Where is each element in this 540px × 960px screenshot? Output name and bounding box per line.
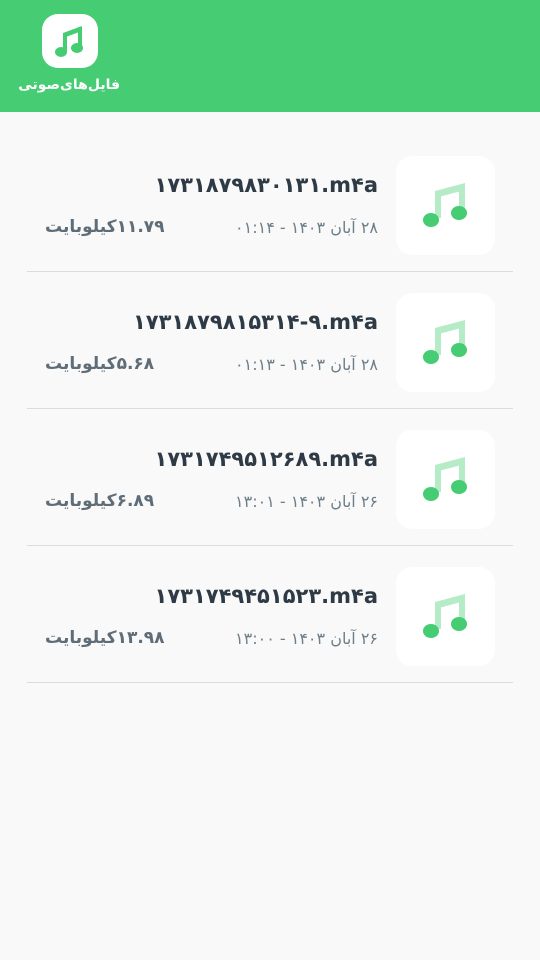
file-name: ۱۷۳۱۷۴۹۵۱۲۶۸۹.m۴a: [154, 447, 378, 471]
audio-thumbnail: [396, 293, 495, 392]
file-size: ۱۳.۹۸کیلوبایت: [45, 628, 165, 648]
app-header: فایل‌های‌صوتی: [0, 0, 540, 112]
list-item[interactable]: ۱۷۳۱۸۷۹۸۱۵۳۱۴-۹.m۴a ۲۸ آبان ۱۴۰۳ - ۰۱:۱۳…: [27, 271, 513, 409]
music-note-icon: [423, 457, 467, 501]
audio-files-label: فایل‌های‌صوتی: [18, 77, 120, 93]
music-note-icon: [55, 26, 83, 57]
file-size: ۵.۶۸کیلوبایت: [45, 354, 155, 374]
file-name: ۱۷۳۱۷۴۹۴۵۱۵۲۳.m۴a: [154, 584, 378, 608]
list-item[interactable]: ۱۷۳۱۷۴۹۵۱۲۶۸۹.m۴a ۲۶ آبان ۱۴۰۳ - ۱۳:۰۱ ۶…: [27, 408, 513, 546]
music-note-icon: [423, 183, 467, 227]
file-name: ۱۷۳۱۸۷۹۸۳۰۱۳۱.m۴a: [154, 173, 378, 197]
file-date: ۲۶ آبان ۱۴۰۳ - ۱۳:۰۰: [235, 629, 378, 648]
audio-thumbnail: [396, 567, 495, 666]
audio-thumbnail: [396, 156, 495, 255]
file-date: ۲۸ آبان ۱۴۰۳ - ۰۱:۱۳: [235, 355, 378, 374]
file-size: ۱۱.۷۹کیلوبایت: [45, 217, 165, 237]
list-item[interactable]: ۱۷۳۱۸۷۹۸۳۰۱۳۱.m۴a ۲۸ آبان ۱۴۰۳ - ۰۱:۱۴ ۱…: [27, 134, 513, 272]
file-date: ۲۶ آبان ۱۴۰۳ - ۱۳:۰۱: [235, 492, 378, 511]
music-note-icon: [423, 594, 467, 638]
file-size: ۶.۸۹کیلوبایت: [45, 491, 155, 511]
music-note-icon: [423, 320, 467, 364]
list-item[interactable]: ۱۷۳۱۷۴۹۴۵۱۵۲۳.m۴a ۲۶ آبان ۱۴۰۳ - ۱۳:۰۰ ۱…: [27, 545, 513, 683]
file-date: ۲۸ آبان ۱۴۰۳ - ۰۱:۱۴: [235, 218, 378, 237]
audio-thumbnail: [396, 430, 495, 529]
file-name: ۱۷۳۱۸۷۹۸۱۵۳۱۴-۹.m۴a: [132, 310, 378, 334]
audio-files-tab[interactable]: [42, 14, 98, 68]
